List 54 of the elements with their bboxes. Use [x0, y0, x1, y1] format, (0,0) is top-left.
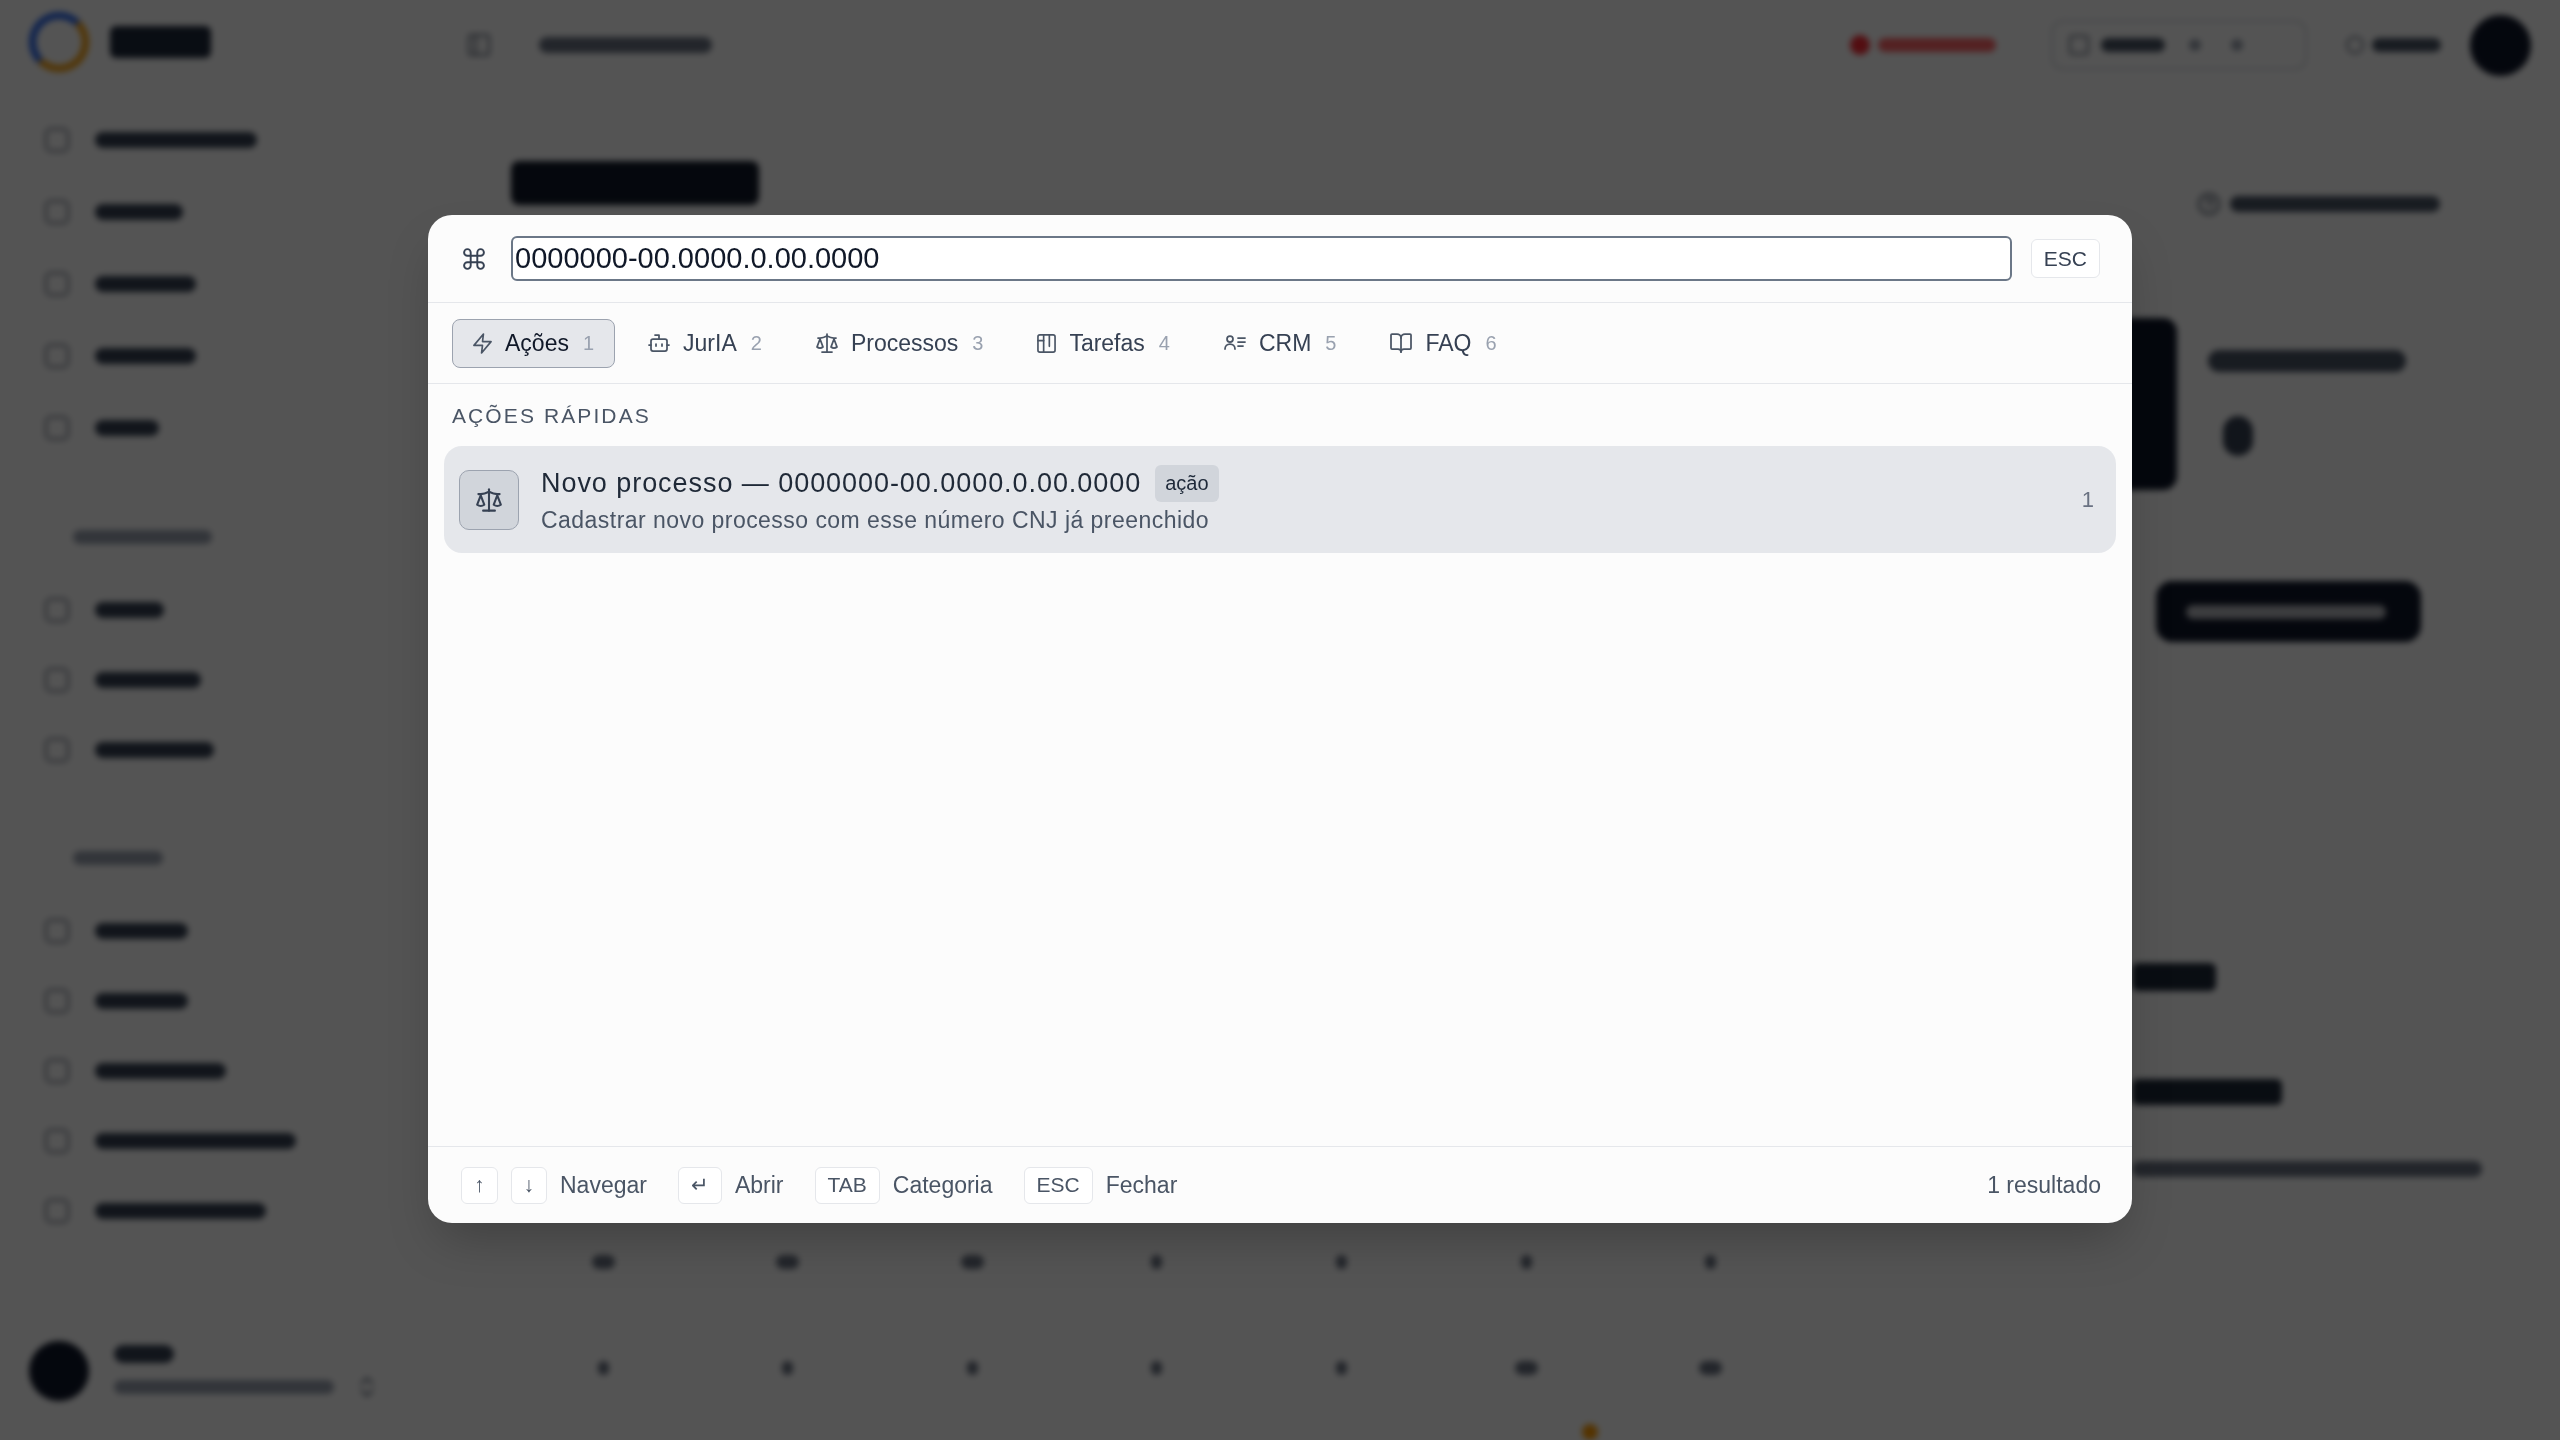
blurred-text-drawing: [1520, 1255, 1532, 1269]
hint-label: Fechar: [1105, 1171, 1178, 1200]
blurred-text-drawing: [960, 1255, 984, 1269]
blurred-text-drawing: [1514, 1361, 1538, 1375]
category-tab[interactable]: Ações 1: [452, 318, 616, 368]
search-field[interactable]: 0000000-00.0000.0.00.0000: [511, 236, 2012, 281]
result-row[interactable]: Novo processo — 0000000-00.0000.0.00.0000 ação Cadastrar novo processo com esse número CNJ já preenchido 1: [444, 446, 2116, 553]
command-icon: [463, 247, 485, 270]
keyboard-key: TAB: [814, 1166, 880, 1204]
result-description: Cadastrar novo processo com esse número CNJ já preenchido: [541, 505, 1209, 535]
blurred-text-drawing: [1699, 1361, 1723, 1375]
category-tab[interactable]: Processos 3: [794, 318, 1005, 368]
blurred-text-drawing: [1151, 1255, 1163, 1269]
escape-key: ESC: [2030, 239, 2100, 278]
book-icon: [1390, 333, 1413, 353]
avatar: [2470, 14, 2531, 76]
result-title: Novo processo — 0000000-00.0000.0.00.0000: [541, 467, 1142, 500]
keyboard-key: ↑: [461, 1166, 498, 1204]
keyboard-key: ↓: [510, 1166, 547, 1204]
result-count: 1 resultado: [1987, 1171, 2101, 1200]
blurred-text-drawing: [114, 1345, 174, 1363]
scale-icon: [459, 469, 519, 530]
blurred-text-drawing: [782, 1361, 794, 1375]
hint-label: Categoria: [892, 1171, 993, 1200]
robot-icon: [648, 334, 671, 352]
category-tab[interactable]: Tarefas 4: [1016, 318, 1191, 368]
blurred-text-drawing: [776, 1255, 800, 1269]
blurred-text-drawing: [597, 1361, 609, 1375]
section-heading: AÇÕES RÁPIDAS: [452, 403, 651, 429]
hint-label: Abrir: [734, 1171, 784, 1200]
blurred-text-drawing: [2223, 416, 2253, 456]
scale-icon: [815, 333, 838, 353]
avatar: [29, 1341, 89, 1401]
category-tab[interactable]: FAQ 6: [1369, 318, 1518, 368]
blurred-text-drawing: [1151, 1361, 1163, 1375]
shortcut-number: 1: [2081, 485, 2094, 514]
category-tab[interactable]: CRM 5: [1202, 318, 1358, 368]
keyboard-key: ↵: [677, 1166, 722, 1204]
blurred-text-drawing: [1336, 1255, 1348, 1269]
person-list-icon: [1223, 335, 1246, 351]
columns-board-icon: [1037, 333, 1057, 353]
blurred-text-drawing: [1336, 1361, 1348, 1375]
logo-icon: [29, 12, 89, 72]
blurred-text-drawing: [95, 420, 159, 436]
blurred-text-drawing: [966, 1361, 978, 1375]
keyboard-key: ESC: [1023, 1166, 1093, 1204]
blurred-text-drawing: [2372, 38, 2441, 52]
type-tag: ação: [1155, 464, 1219, 502]
blurred-text-drawing: [95, 602, 164, 618]
hint-label: Navegar: [560, 1171, 647, 1200]
category-tab[interactable]: JurIA 2: [627, 318, 783, 368]
lightning-icon: [473, 332, 492, 354]
blurred-text-drawing: [1705, 1255, 1717, 1269]
blurred-text-drawing: [591, 1255, 615, 1269]
